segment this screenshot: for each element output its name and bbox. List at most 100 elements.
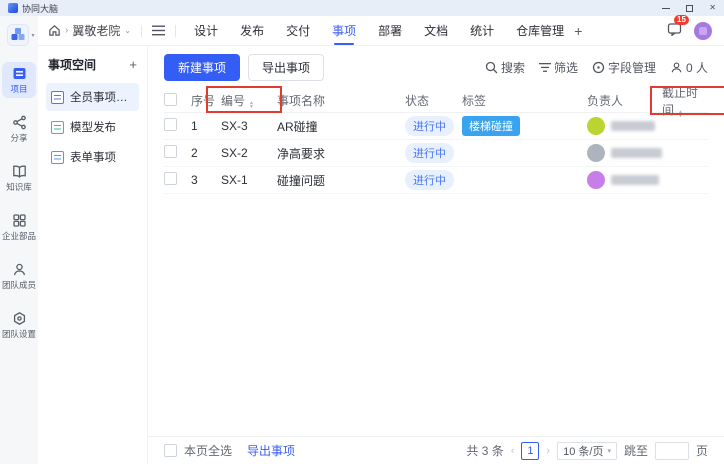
rail-item-label: 分享 <box>10 132 27 144</box>
cubes-icon <box>10 27 26 43</box>
new-item-button[interactable]: 新建事项 <box>164 54 240 81</box>
header-due[interactable]: 截止时间▲▼ <box>662 84 708 118</box>
search-tool[interactable]: 搜索 <box>485 59 525 76</box>
sidebar-item-label: 模型发布 <box>70 119 116 135</box>
sort-icon[interactable]: ▲▼ <box>249 101 254 109</box>
window-maximize-button[interactable] <box>686 5 693 12</box>
prev-page-button[interactable]: ‹ <box>511 445 515 457</box>
row-checkbox[interactable] <box>164 118 177 131</box>
filter-tool[interactable]: 筛选 <box>539 59 578 76</box>
header-code[interactable]: 编号▲▼ <box>221 92 277 109</box>
rail-item-team-members[interactable]: 团队成员 <box>2 258 36 294</box>
divider <box>141 25 142 37</box>
export-items-button[interactable]: 导出事项 <box>248 54 324 81</box>
notifications-button[interactable]: 15 <box>667 22 682 39</box>
total-count: 共 3 条 <box>466 442 503 459</box>
breadcrumb-separator: › <box>65 25 68 36</box>
rail-item-label: 项目 <box>10 83 27 95</box>
field-manage-tool[interactable]: 字段管理 <box>592 59 656 76</box>
tab-deploy[interactable]: 部署 <box>378 16 402 46</box>
cell-name[interactable]: AR碰撞 <box>277 118 405 135</box>
space-icon <box>51 91 64 104</box>
select-all-checkbox[interactable] <box>164 93 177 106</box>
export-selected-link[interactable]: 导出事项 <box>247 442 295 459</box>
main-content: 新建事项 导出事项 搜索 筛选 <box>148 46 724 464</box>
home-icon[interactable] <box>48 24 61 37</box>
sidebar-item-form-items[interactable]: 表单事项 <box>46 143 139 171</box>
top-navbar: › 翼敬老院 ⌄ 设计 发布 交付 事项 部署 文档 统计 仓库管理 + <box>38 16 724 46</box>
rail-item-label: 团队成员 <box>2 279 36 291</box>
tab-docs[interactable]: 文档 <box>424 16 448 46</box>
cell-code: SX-1 <box>221 173 277 187</box>
header-status: 状态 <box>405 92 462 109</box>
sidebar-item-all-items-space[interactable]: 全员事项空间 <box>46 83 139 111</box>
space-icon <box>51 121 64 134</box>
rail-item-team-settings[interactable]: 团队设置 <box>2 307 36 343</box>
row-checkbox[interactable] <box>164 145 177 158</box>
select-all-label: 本页全选 <box>184 442 232 459</box>
members-icon <box>12 262 27 277</box>
breadcrumb-project-name[interactable]: 翼敬老院 <box>72 22 120 39</box>
header-name: 事项名称 <box>277 92 405 109</box>
cell-index: 3 <box>191 173 221 187</box>
grid-icon <box>12 213 27 228</box>
current-page[interactable]: 1 <box>521 442 539 460</box>
rail-item-projects[interactable]: 项目 <box>2 62 36 98</box>
notification-badge: 15 <box>674 15 689 25</box>
rail-item-label: 知识库 <box>6 181 32 193</box>
left-rail: ▾ 项目 分享 知识库 <box>0 16 38 464</box>
members-tool[interactable]: 0 人 <box>670 59 708 76</box>
filter-icon <box>539 62 551 73</box>
add-space-button[interactable]: + <box>129 57 137 72</box>
tab-delivery[interactable]: 交付 <box>286 16 310 46</box>
table-footer: 本页全选 导出事项 共 3 条 ‹ 1 › 10 条/页 ▾ 跳至 <box>148 436 724 464</box>
project-icon <box>12 66 27 81</box>
project-switch-icon[interactable]: ⌄ <box>124 26 131 35</box>
next-page-button[interactable]: › <box>546 445 550 457</box>
window-minimize-button[interactable] <box>662 8 670 9</box>
owner-avatar <box>587 144 605 162</box>
workspace-switcher[interactable]: ▾ <box>7 24 34 46</box>
tab-publish[interactable]: 发布 <box>240 16 264 46</box>
rail-item-label: 团队设置 <box>2 328 36 340</box>
search-icon <box>485 61 498 74</box>
tag-badge: 楼梯碰撞 <box>462 116 520 136</box>
cell-name[interactable]: 碰撞问题 <box>277 172 405 189</box>
owner-name-redacted <box>611 121 655 131</box>
table-row[interactable]: 2 SX-2 净高要求 进行中 <box>164 140 708 167</box>
row-checkbox[interactable] <box>164 172 177 185</box>
owner-avatar <box>587 171 605 189</box>
sidebar-title: 事项空间 <box>48 56 96 73</box>
menu-icon[interactable] <box>152 25 165 36</box>
sidebar-item-model-publish[interactable]: 模型发布 <box>46 113 139 141</box>
sort-icon[interactable]: ▲▼ <box>678 110 683 118</box>
page-size-select[interactable]: 10 条/页 ▾ <box>557 442 617 460</box>
members-count: 0 人 <box>686 59 708 76</box>
cell-name[interactable]: 净高要求 <box>277 145 405 162</box>
cell-code: SX-2 <box>221 146 277 160</box>
table-row[interactable]: 3 SX-1 碰撞问题 进行中 <box>164 167 708 194</box>
tab-design[interactable]: 设计 <box>194 16 218 46</box>
window-titlebar: 协同大脑 ✕ <box>0 0 724 16</box>
field-manage-label: 字段管理 <box>608 59 656 76</box>
space-icon <box>51 151 64 164</box>
select-page-checkbox[interactable] <box>164 444 177 457</box>
search-label: 搜索 <box>501 59 525 76</box>
rail-item-knowledge-base[interactable]: 知识库 <box>2 160 36 196</box>
rail-item-share[interactable]: 分享 <box>2 111 36 147</box>
chevron-down-icon: ▾ <box>31 32 34 39</box>
table-row[interactable]: 1 SX-3 AR碰撞 进行中 楼梯碰撞 <box>164 113 708 140</box>
tab-stats[interactable]: 统计 <box>470 16 494 46</box>
tab-warehouse[interactable]: 仓库管理 <box>516 16 564 46</box>
settings-icon <box>592 61 605 74</box>
cell-index: 2 <box>191 146 221 160</box>
user-avatar[interactable] <box>694 22 712 40</box>
owner-name-redacted <box>611 148 662 158</box>
people-icon <box>670 61 683 74</box>
add-tab-button[interactable]: + <box>574 23 582 39</box>
tab-items[interactable]: 事项 <box>332 16 356 46</box>
rail-item-enterprise-components[interactable]: 企业部品 <box>2 209 36 245</box>
rail-item-label: 企业部品 <box>2 230 36 242</box>
jump-page-input[interactable] <box>655 442 689 460</box>
window-close-button[interactable]: ✕ <box>709 4 716 12</box>
